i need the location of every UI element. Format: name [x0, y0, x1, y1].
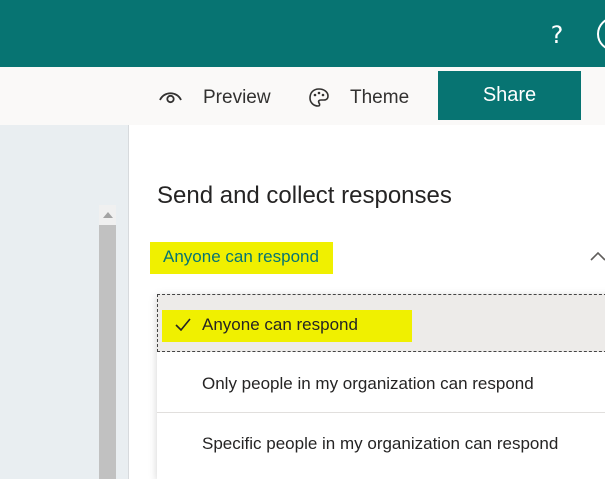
preview-label: Preview: [203, 87, 271, 108]
option-label: Specific people in my organization can r…: [202, 434, 559, 453]
check-icon: [175, 318, 191, 331]
eye-icon: [159, 92, 182, 104]
panel-title: Send and collect responses: [157, 182, 452, 209]
menu-divider: [157, 412, 605, 413]
share-button[interactable]: Share: [438, 71, 581, 120]
help-icon[interactable]: ?: [545, 20, 569, 50]
theme-label: Theme: [350, 87, 410, 108]
audience-dropdown[interactable]: Anyone can respond: [163, 247, 319, 267]
preview-button[interactable]: Preview: [158, 83, 271, 113]
scrollbar-thumb[interactable]: [99, 225, 116, 479]
option-organization[interactable]: Only people in my organization can respo…: [157, 355, 605, 413]
option-anyone[interactable]: Anyone can respond: [157, 294, 605, 352]
scroll-up-arrow-icon[interactable]: [99, 205, 116, 225]
option-label: Anyone can respond: [202, 315, 358, 334]
option-label: Only people in my organization can respo…: [202, 374, 534, 393]
palette-icon: [309, 88, 329, 107]
chevron-up-icon[interactable]: [588, 247, 605, 265]
app-header: [0, 0, 605, 67]
option-specific-people[interactable]: Specific people in my organization can r…: [157, 414, 605, 472]
theme-button[interactable]: Theme: [308, 83, 409, 113]
audience-options-menu: Anyone can respond Only people in my org…: [157, 294, 605, 479]
